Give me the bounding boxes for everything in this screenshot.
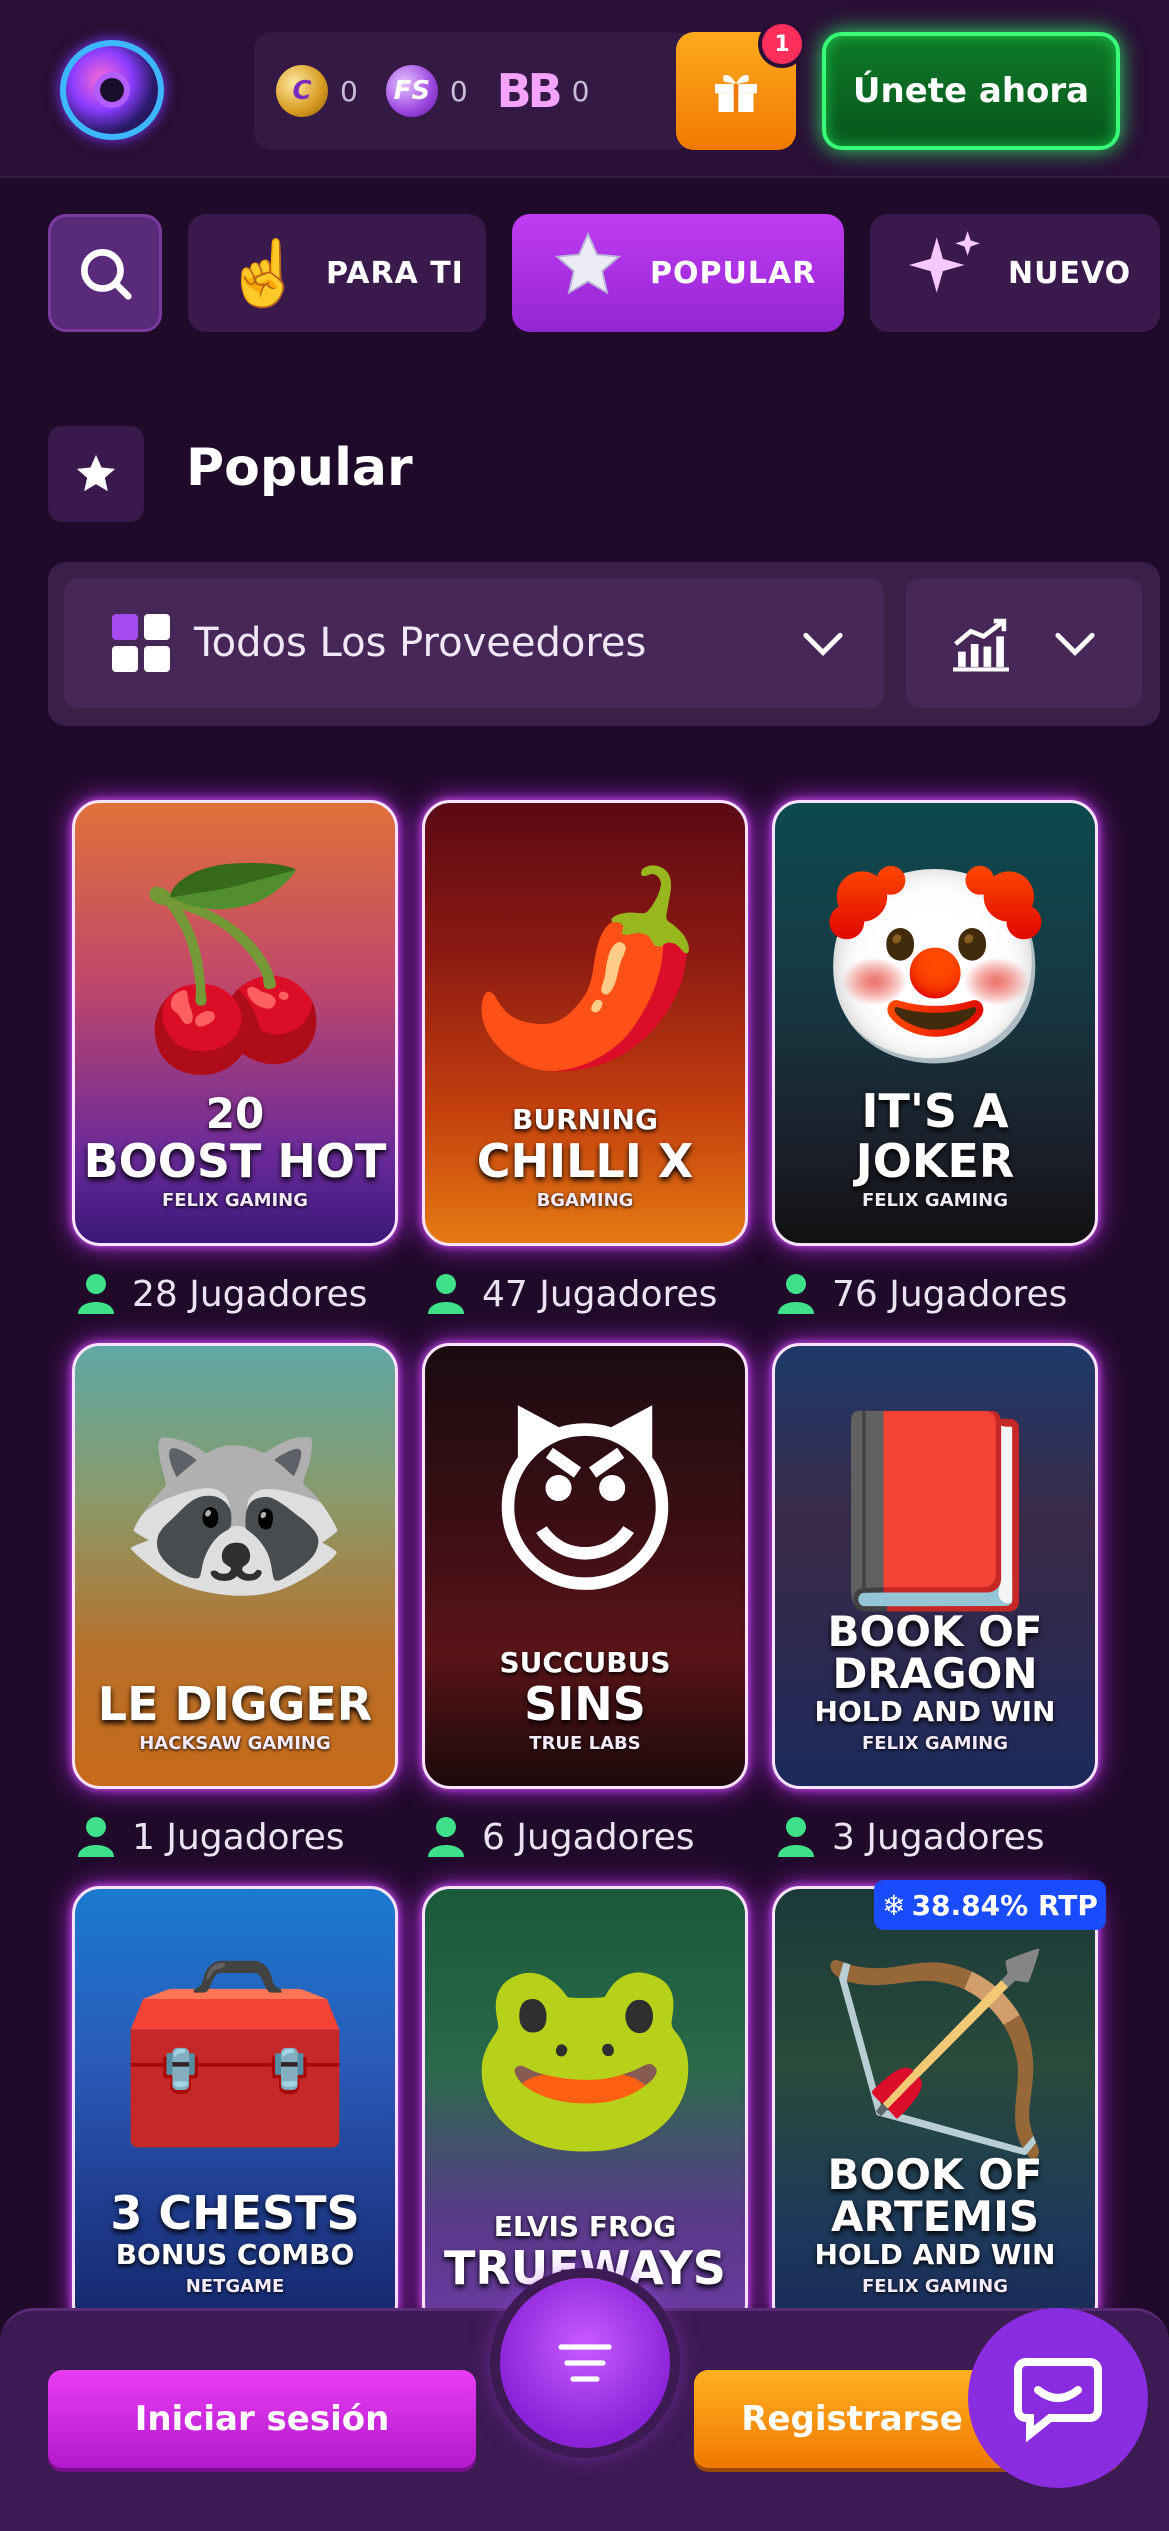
game-provider: FELIX GAMING	[861, 1190, 1009, 1211]
player-count-text: 6 Jugadores	[482, 1816, 695, 1858]
chevron-down-icon	[1055, 632, 1095, 656]
bonus-balance: BB 0	[496, 64, 590, 118]
join-now-button[interactable]: Únete ahora	[822, 32, 1120, 150]
tab-para-ti[interactable]: ☝️ PARA TI	[188, 214, 486, 332]
gift-icon	[715, 74, 757, 112]
player-count-text: 3 Jugadores	[832, 1816, 1045, 1858]
provider-dropdown-label: Todos Los Proveedores	[194, 620, 647, 666]
casino-logo[interactable]	[60, 40, 164, 140]
tab-label: POPULAR	[650, 255, 817, 291]
provider-dropdown[interactable]: Todos Los Proveedores	[64, 578, 884, 708]
game-title: BOOST HOT	[83, 1134, 387, 1188]
player-count: 3 Jugadores	[776, 1815, 1044, 1859]
snowflake-icon: ❄	[882, 1888, 906, 1922]
game-title: IT'S A JOKER	[855, 1084, 1015, 1188]
game-card-its-a-joker[interactable]: 🤡 IT'S A JOKER FELIX GAMING	[772, 800, 1098, 1246]
menu-button[interactable]	[500, 2278, 670, 2448]
player-count: 6 Jugadores	[426, 1815, 694, 1859]
rtp-badge-text: 38.84% RTP	[911, 1888, 1098, 1922]
game-title-prefix: BURNING	[512, 1103, 658, 1136]
game-subtitle: HOLD AND WIN	[814, 1695, 1056, 1728]
free-spins-balance-value: 0	[449, 74, 468, 108]
user-icon	[778, 1817, 814, 1857]
free-spins-icon: FS	[385, 65, 438, 117]
tab-label: PARA TI	[326, 255, 464, 291]
game-provider: NETGAME	[185, 2276, 285, 2297]
game-provider: TRUE LABS	[529, 1733, 641, 1754]
player-count: 47 Jugadores	[426, 1272, 717, 1316]
game-provider: FELIX GAMING	[861, 1733, 1009, 1754]
game-card-elvis-frog-trueways[interactable]: 🐸 ELVIS FROG TRUEWAYS	[422, 1886, 748, 2332]
search-icon	[80, 248, 132, 300]
trending-chart-icon	[953, 618, 1009, 672]
bonus-icon: BB	[496, 64, 563, 118]
coin-icon: C	[276, 65, 328, 117]
menu-icon	[558, 2344, 612, 2382]
game-title-prefix: 20	[205, 1089, 265, 1138]
game-card-book-of-dragon[interactable]: 📕 BOOK OF DRAGON HOLD AND WIN FELIX GAMI…	[772, 1343, 1098, 1789]
game-title: CHILLI X	[476, 1134, 694, 1188]
coin-balance: C 0	[276, 65, 358, 117]
section-star-icon	[48, 426, 144, 522]
pointing-hand-icon: ☝️	[224, 236, 304, 311]
game-title: BOOK OF ARTEMIS	[827, 2150, 1043, 2241]
tab-label: NUEVO	[1008, 255, 1132, 291]
user-icon	[428, 1817, 464, 1857]
game-card-book-of-artemis[interactable]: 🏹 BOOK OF ARTEMIS HOLD AND WIN FELIX GAM…	[772, 1886, 1098, 2332]
gift-notification-badge: 1	[758, 20, 806, 68]
user-icon	[428, 1274, 464, 1314]
chevron-down-icon	[803, 632, 843, 656]
search-tab[interactable]	[48, 214, 162, 332]
game-card-boost-hot[interactable]: 🍒 20 BOOST HOT FELIX GAMING	[72, 800, 398, 1246]
game-provider: BGAMING	[536, 1190, 634, 1211]
star-icon	[548, 228, 628, 318]
free-spins-balance: FS 0	[385, 65, 468, 117]
game-provider: FELIX GAMING	[861, 2276, 1009, 2297]
game-title: LE DIGGER	[97, 1677, 373, 1731]
player-count-text: 47 Jugadores	[482, 1273, 718, 1315]
bonus-balance-value: 0	[571, 74, 590, 108]
game-title: BOOK OF DRAGON	[827, 1607, 1043, 1698]
coin-balance-value: 0	[340, 74, 358, 108]
chat-bubble-icon	[1014, 2358, 1102, 2443]
top-header: C 0 FS 0 BB 0 1 Únete ahora	[0, 0, 1169, 178]
sort-dropdown[interactable]	[906, 578, 1142, 708]
player-count-text: 28 Jugadores	[132, 1273, 368, 1315]
tab-popular[interactable]: POPULAR	[512, 214, 844, 332]
balance-box[interactable]: C 0 FS 0 BB 0	[254, 32, 694, 150]
game-card-3-chests[interactable]: 🧰 3 CHESTS BONUS COMBO NETGAME	[72, 1886, 398, 2332]
category-tabs: ☝️ PARA TI POPULAR NUEVO	[0, 214, 1169, 332]
game-card-burning-chilli-x[interactable]: 🌶️ BURNING CHILLI X BGAMING	[422, 800, 748, 1246]
sparkles-icon	[906, 228, 986, 318]
login-button[interactable]: Iniciar sesión	[48, 2370, 476, 2468]
filter-bar: Todos Los Proveedores	[48, 562, 1160, 726]
game-subtitle: HOLD AND WIN	[814, 2238, 1056, 2271]
game-title-prefix: SUCCUBUS	[499, 1646, 671, 1679]
user-icon	[78, 1274, 114, 1314]
game-card-succubus-sins[interactable]: 😈 SUCCUBUS SINS TRUE LABS	[422, 1343, 748, 1789]
game-title: 3 CHESTS	[110, 2186, 360, 2240]
game-subtitle: BONUS COMBO	[115, 2238, 355, 2271]
player-count-text: 76 Jugadores	[832, 1273, 1068, 1315]
game-card-le-digger[interactable]: 🦝 LE DIGGER HACKSAW GAMING	[72, 1343, 398, 1789]
chat-button[interactable]	[968, 2308, 1148, 2488]
rtp-badge: ❄ 38.84% RTP	[874, 1880, 1106, 1930]
game-title: SINS	[524, 1677, 646, 1731]
section-title: Popular	[186, 438, 413, 498]
player-count: 1 Jugadores	[76, 1815, 344, 1859]
user-icon	[778, 1274, 814, 1314]
game-provider: HACKSAW GAMING	[139, 1733, 331, 1754]
tab-nuevo[interactable]: NUEVO	[870, 214, 1160, 332]
game-provider: FELIX GAMING	[161, 1190, 309, 1211]
grid-icon	[112, 614, 170, 672]
player-count-text: 1 Jugadores	[132, 1816, 345, 1858]
user-icon	[78, 1817, 114, 1857]
player-count: 76 Jugadores	[776, 1272, 1067, 1316]
game-title-prefix: ELVIS FROG	[493, 2210, 677, 2243]
player-count: 28 Jugadores	[76, 1272, 367, 1316]
